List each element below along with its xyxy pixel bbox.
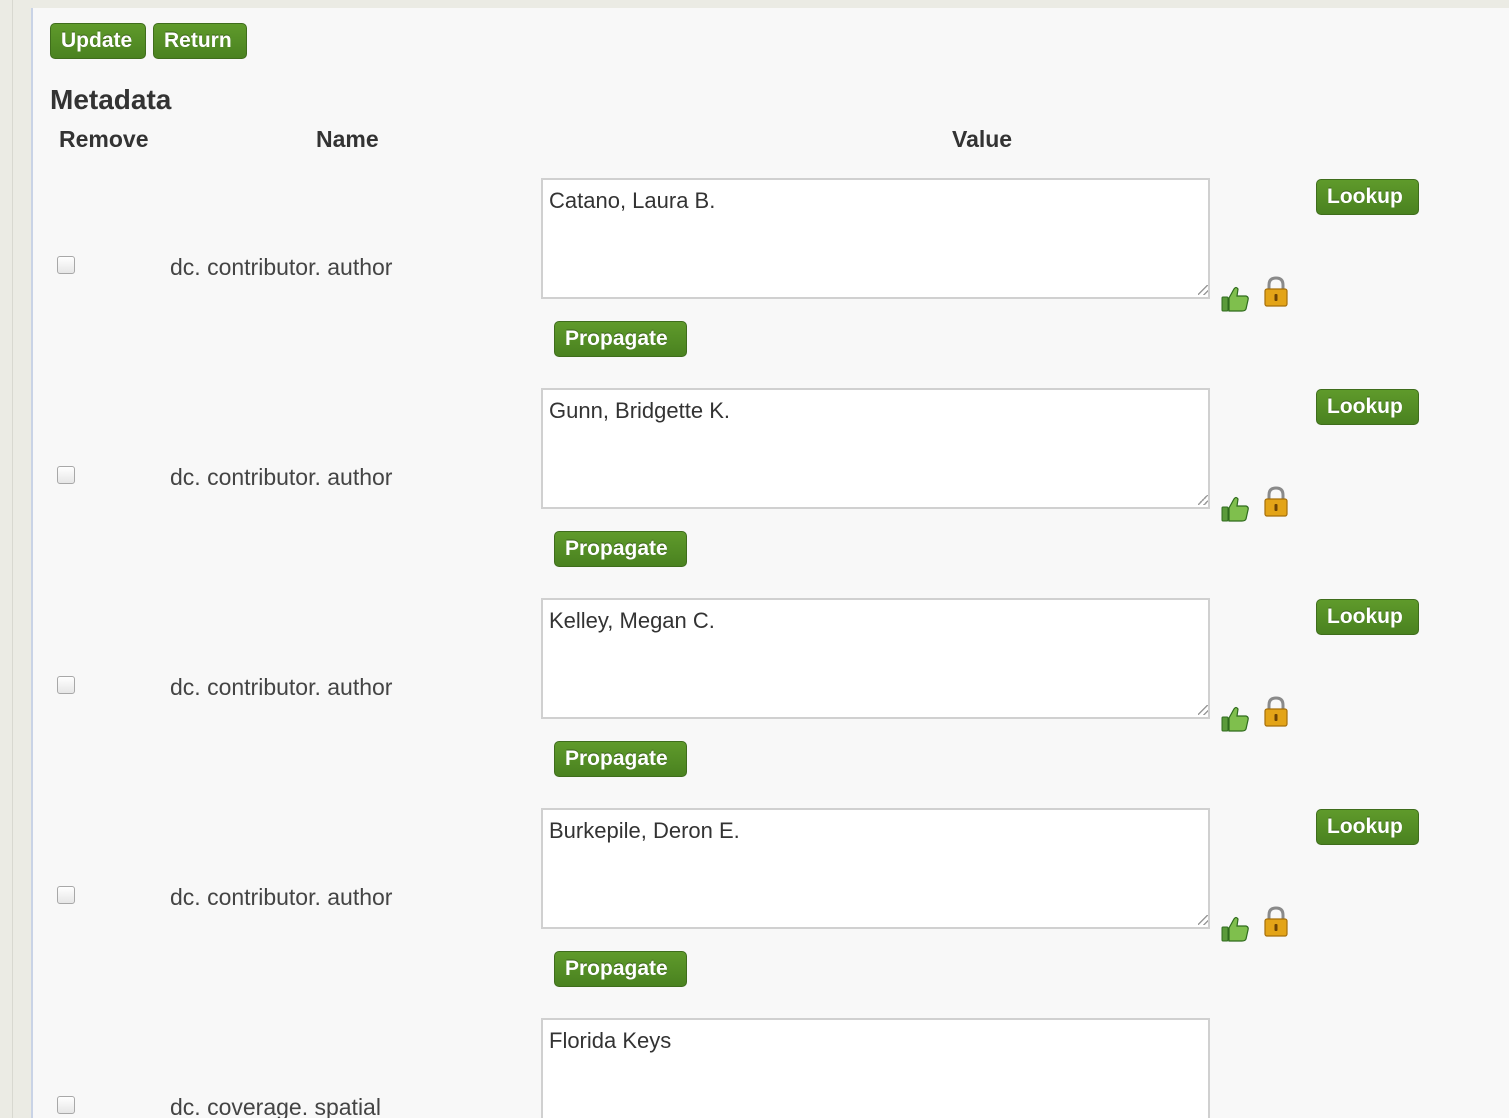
thumbs-up-icon[interactable] <box>1220 915 1250 943</box>
field-name-label: dc. contributor. author <box>170 254 393 280</box>
lock-icon[interactable] <box>1263 276 1289 308</box>
remove-checkbox[interactable] <box>57 1096 75 1114</box>
value-textarea[interactable]: Catano, Laura B. <box>541 178 1210 299</box>
remove-checkbox[interactable] <box>57 256 75 274</box>
resize-grip-icon[interactable] <box>1198 705 1208 715</box>
panel-border <box>31 8 33 1118</box>
column-header-remove: Remove <box>59 126 149 152</box>
return-button[interactable]: Return <box>153 23 247 59</box>
lookup-button[interactable]: Lookup <box>1316 179 1419 215</box>
lock-icon[interactable] <box>1263 906 1289 938</box>
thumbs-up-icon[interactable] <box>1220 495 1250 523</box>
propagate-button[interactable]: Propagate <box>554 951 687 987</box>
resize-grip-icon[interactable] <box>1198 495 1208 505</box>
left-rail <box>0 0 13 1118</box>
field-name-label: dc. contributor. author <box>170 464 393 490</box>
lock-icon[interactable] <box>1263 696 1289 728</box>
propagate-button[interactable]: Propagate <box>554 321 687 357</box>
lookup-button[interactable]: Lookup <box>1316 809 1419 845</box>
page-frame: Update Return Metadata Remove Name Value… <box>0 0 1509 1118</box>
lookup-button[interactable]: Lookup <box>1316 389 1419 425</box>
value-textarea[interactable]: Florida Keys <box>541 1018 1210 1118</box>
propagate-button[interactable]: Propagate <box>554 531 687 567</box>
thumbs-up-icon[interactable] <box>1220 285 1250 313</box>
section-title: Metadata <box>50 84 172 115</box>
field-name-label: dc. contributor. author <box>170 884 393 910</box>
value-textarea[interactable]: Burkepile, Deron E. <box>541 808 1210 929</box>
remove-checkbox[interactable] <box>57 466 75 484</box>
update-button[interactable]: Update <box>50 23 146 59</box>
field-name-label: dc. coverage. spatial <box>170 1094 381 1118</box>
lock-icon[interactable] <box>1263 486 1289 518</box>
lookup-button[interactable]: Lookup <box>1316 599 1419 635</box>
resize-grip-icon[interactable] <box>1198 915 1208 925</box>
remove-checkbox[interactable] <box>57 676 75 694</box>
value-textarea[interactable]: Kelley, Megan C. <box>541 598 1210 719</box>
thumbs-up-icon[interactable] <box>1220 705 1250 733</box>
column-header-name: Name <box>316 126 379 152</box>
remove-checkbox[interactable] <box>57 886 75 904</box>
propagate-button[interactable]: Propagate <box>554 741 687 777</box>
value-textarea[interactable]: Gunn, Bridgette K. <box>541 388 1210 509</box>
field-name-label: dc. contributor. author <box>170 674 393 700</box>
column-header-value: Value <box>952 126 1013 152</box>
edit-item-panel <box>33 8 1509 1118</box>
resize-grip-icon[interactable] <box>1198 285 1208 295</box>
